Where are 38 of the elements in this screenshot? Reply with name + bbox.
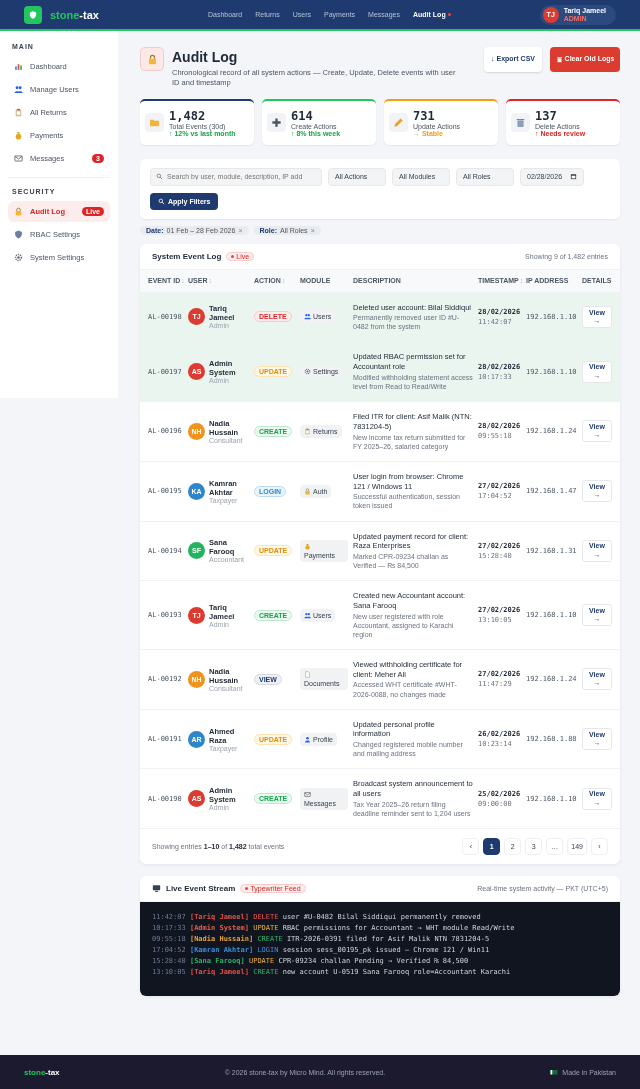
shield-icon [14,230,23,239]
person-icon [304,735,311,743]
table-title: System Event Log [152,251,222,261]
search-icon [156,172,163,180]
document-icon [304,671,311,679]
envelope-icon [14,154,23,163]
users-icon [14,85,23,94]
stat-value: 1,482 [169,108,207,123]
page-title: Audit Log [172,49,239,65]
flag-icon [550,1068,559,1076]
envelope-icon [304,790,311,798]
lock-icon [304,487,311,495]
search-icon [158,197,165,205]
stat-value: 614 [291,108,314,123]
stat-value: 731 [413,108,436,123]
monitor-icon [152,884,161,894]
plus-icon [271,117,282,128]
stat-value: 137 [535,108,558,123]
pencil-icon [393,117,404,128]
clipboard-icon [304,427,311,435]
trash-icon [555,56,563,63]
lock-icon [146,53,158,65]
users-icon [304,313,311,321]
brand-name: stone-tax [50,8,99,21]
trash-icon [515,117,526,128]
money-bag-icon [304,542,311,550]
brand-name: stone-tax [24,1067,60,1077]
money-bag-icon [14,131,23,140]
gear-icon [14,253,23,262]
users-icon [304,611,311,619]
folder-icon [149,117,160,128]
calendar-icon [570,173,577,180]
clipboard-icon [14,108,23,117]
bar-chart-icon [14,62,23,71]
stream-title: Live Event Stream [166,884,236,894]
shield-icon [28,9,38,20]
lock-icon [14,207,23,216]
gear-icon [304,368,311,376]
